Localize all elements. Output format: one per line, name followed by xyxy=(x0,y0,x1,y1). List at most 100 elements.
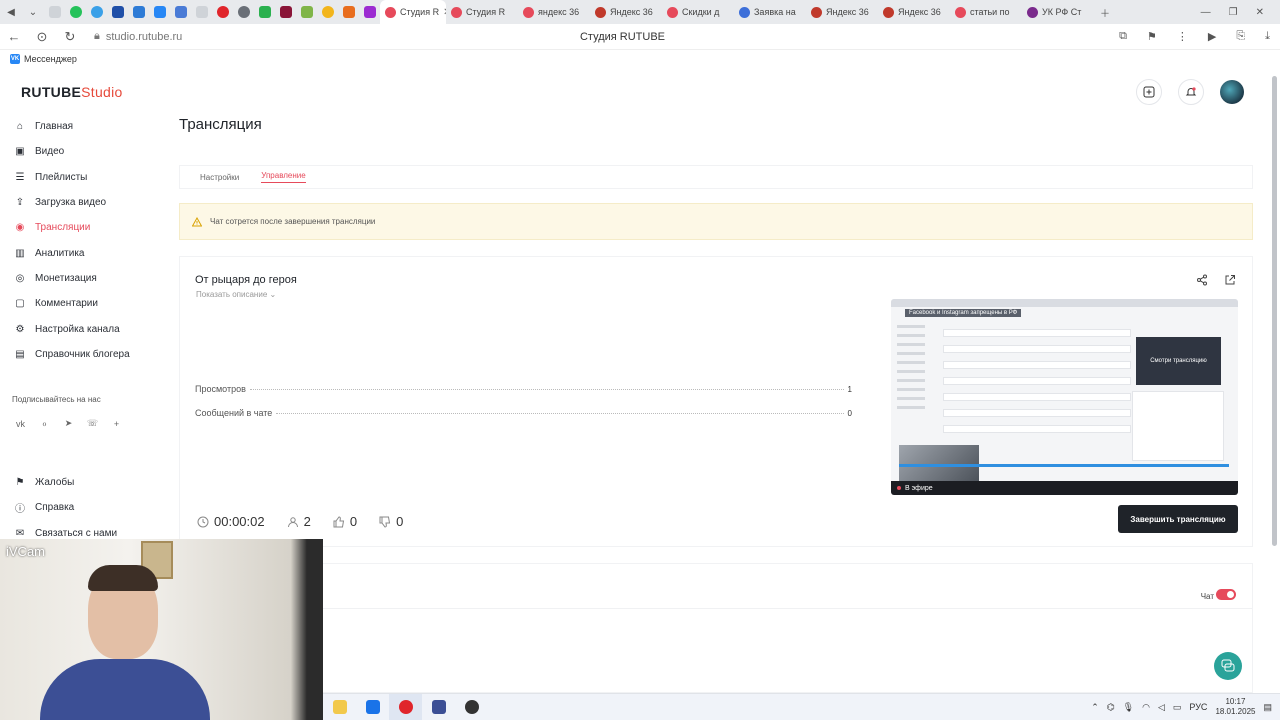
pinned-tab[interactable] xyxy=(128,0,149,24)
support-chat-button[interactable] xyxy=(1214,652,1242,680)
pinned-tab[interactable] xyxy=(44,0,65,24)
notification-center-icon[interactable]: ▤ xyxy=(1263,702,1272,713)
browser-tab[interactable]: Яндекс 36 xyxy=(878,0,950,24)
ok-icon[interactable]: ℴ xyxy=(37,416,52,431)
yandex-icon[interactable]: ⊙ xyxy=(28,29,56,45)
rutube-studio-logo[interactable]: RUTUBEStudio xyxy=(21,84,123,100)
logo-text: RUTUBE xyxy=(21,84,82,100)
person-robe xyxy=(40,659,210,720)
stat-value: 0 xyxy=(847,409,852,418)
sidebar-item-money[interactable]: ◎ Монетизация xyxy=(14,266,164,291)
pinned-tab[interactable] xyxy=(86,0,107,24)
person-hair xyxy=(88,565,158,591)
browser-tab-strip: ◀ ⌄ Студия R✕Студия Rяндекс 36Яндекс 36С… xyxy=(0,0,1280,24)
notifications-button[interactable] xyxy=(1178,79,1204,105)
share-icon[interactable]: ⎘ xyxy=(1236,30,1245,43)
sidebar-item-broadcast[interactable]: ◉ Трансляции xyxy=(14,215,164,240)
tabs-dropdown-icon[interactable]: ⌄ xyxy=(22,0,44,24)
new-tab-icon[interactable]: ＋ xyxy=(1094,0,1116,24)
pinned-tab[interactable] xyxy=(107,0,128,24)
mail-icon: ✉ xyxy=(15,527,25,539)
bookmark-icon[interactable]: ⚑ xyxy=(1147,30,1157,43)
open-external-icon[interactable] xyxy=(1224,274,1236,289)
add-content-button[interactable] xyxy=(1136,79,1162,105)
bookmark-messenger[interactable]: Мессенджер xyxy=(24,54,77,64)
tab-list: Студия R✕Студия Rяндекс 36Яндекс 36Скидк… xyxy=(380,0,1094,24)
tab-management[interactable]: Управление xyxy=(261,171,306,183)
taskbar-yandex-browser[interactable] xyxy=(389,693,422,720)
browser-tab[interactable]: Скидки д xyxy=(662,0,734,24)
avatar[interactable] xyxy=(1220,80,1244,104)
restore-icon[interactable]: ❐ xyxy=(1229,7,1238,18)
browser-tab[interactable]: яндекс 36 xyxy=(518,0,590,24)
browser-menu-icon[interactable]: ◀ xyxy=(0,0,22,24)
wifi-icon[interactable]: ◠ xyxy=(1142,702,1150,713)
pinned-tab[interactable] xyxy=(170,0,191,24)
pinned-tab[interactable] xyxy=(359,0,380,24)
viber-icon[interactable]: ☏ xyxy=(85,416,100,431)
telegram-icon[interactable]: ➤ xyxy=(61,416,76,431)
sidebar-item-comment[interactable]: ▢ Комментарии xyxy=(14,291,164,316)
show-description-link[interactable]: Показать описание ⌄ xyxy=(196,290,276,299)
browser-tab[interactable]: Яндекс 36 xyxy=(806,0,878,24)
pinned-tab[interactable] xyxy=(296,0,317,24)
browser-tab[interactable]: Студия R xyxy=(446,0,518,24)
taskbar-app[interactable] xyxy=(422,694,455,720)
browser-tab[interactable]: Заявка на xyxy=(734,0,806,24)
sidebar-item-help[interactable]: ⓘ Справка xyxy=(14,495,164,520)
tab-favicon-icon xyxy=(883,6,894,18)
sidebar-item-video[interactable]: ▣ Видео xyxy=(14,139,164,164)
sidebar-item-analytics[interactable]: ▥ Аналитика xyxy=(14,240,164,265)
pinned-tab[interactable] xyxy=(254,0,275,24)
mic-icon[interactable]: 🎙︎ xyxy=(1123,702,1134,713)
more-icon[interactable]: ⋮ xyxy=(1177,30,1188,43)
tab-settings[interactable]: Настройки xyxy=(200,173,239,182)
language-indicator[interactable]: РУС xyxy=(1189,702,1207,712)
taskbar-mail[interactable] xyxy=(356,694,389,720)
tab-favicon-icon xyxy=(1027,6,1038,18)
social-links: vk ℴ ➤ ☏ + xyxy=(13,416,124,431)
live-dot-icon xyxy=(897,486,901,490)
sidebar-item-gear[interactable]: ⚙ Настройка канала xyxy=(14,316,164,341)
pinned-tab[interactable] xyxy=(233,0,254,24)
extensions-icon[interactable]: ⧉ xyxy=(1119,30,1127,43)
sidebar-item-flag[interactable]: ⚑ Жалобы xyxy=(14,470,164,495)
sidebar-item-upload[interactable]: ⇪ Загрузка видео xyxy=(14,190,164,215)
vk-icon[interactable]: vk xyxy=(13,416,28,431)
broadcast-icon: ◉ xyxy=(15,222,25,234)
taskbar-obs[interactable] xyxy=(455,694,488,720)
browser-tab[interactable]: УК РФ Ст xyxy=(1022,0,1094,24)
taskbar-file-explorer[interactable] xyxy=(323,694,356,720)
browser-tab[interactable]: Яндекс 36 xyxy=(590,0,662,24)
network-icon[interactable]: ⌬ xyxy=(1107,702,1115,713)
battery-icon[interactable]: ▭ xyxy=(1173,702,1182,713)
end-stream-button[interactable]: Завершить трансляцию xyxy=(1118,505,1238,533)
close-window-icon[interactable]: ✕ xyxy=(1256,7,1264,18)
minimize-icon[interactable]: — xyxy=(1201,7,1211,18)
sidebar-item-playlist[interactable]: ☰ Плейлисты xyxy=(14,165,164,190)
pinned-tab[interactable] xyxy=(65,0,86,24)
download-icon[interactable]: ⤓ xyxy=(1265,30,1270,43)
pinned-tab[interactable] xyxy=(212,0,233,24)
reload-icon[interactable]: ↻ xyxy=(56,29,84,45)
url-field[interactable]: 🔒︎ studio.rutube.ru xyxy=(94,30,182,43)
page-scrollbar[interactable] xyxy=(1270,70,1278,550)
pinned-tab[interactable] xyxy=(338,0,359,24)
pinned-tab[interactable] xyxy=(149,0,170,24)
tray-chevron-icon[interactable]: ⌃ xyxy=(1091,702,1099,713)
pinned-tab[interactable] xyxy=(275,0,296,24)
sidebar-item-book[interactable]: ▤ Справочник блогера xyxy=(14,342,164,367)
back-icon[interactable]: ← xyxy=(0,29,28,44)
plus-icon[interactable]: + xyxy=(109,416,124,431)
volume-icon[interactable]: ◁ xyxy=(1158,702,1165,713)
chat-toggle[interactable] xyxy=(1216,589,1236,600)
stream-preview[interactable]: Facebook и Instagram запрещены в РФ Смот… xyxy=(891,299,1238,495)
browser-tab[interactable]: Студия R✕ xyxy=(380,0,446,24)
sidebar-item-home[interactable]: ⌂ Главная xyxy=(14,114,164,139)
clock[interactable]: 10:17 18.01.2025 xyxy=(1215,697,1255,717)
share-icon[interactable] xyxy=(1196,274,1208,289)
browser-tab[interactable]: статьи по xyxy=(950,0,1022,24)
media-icon[interactable]: ▶ xyxy=(1208,30,1216,43)
pinned-tab[interactable] xyxy=(191,0,212,24)
pinned-tab[interactable] xyxy=(317,0,338,24)
